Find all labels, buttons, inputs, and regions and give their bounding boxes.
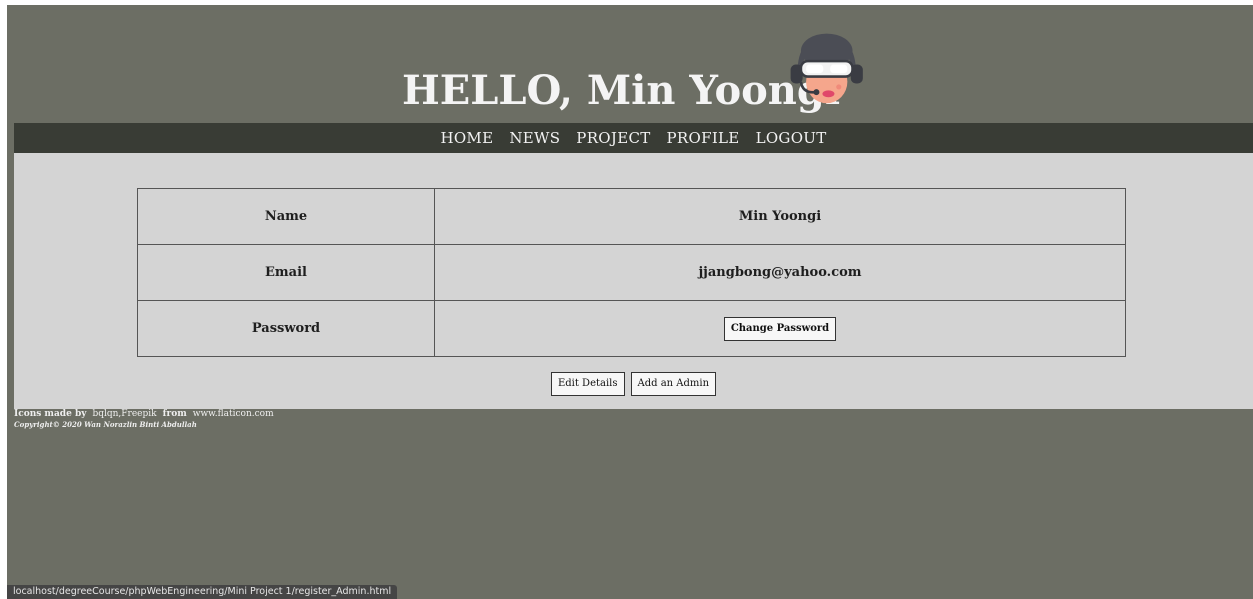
nav-home-link[interactable]: HOME xyxy=(440,123,493,153)
authors-link[interactable]: bqlqn,Freepik xyxy=(92,409,156,419)
page-title: HELLO, Min Yoongi xyxy=(402,67,841,114)
from-text: from xyxy=(162,409,187,419)
action-buttons: Edit Details Add an Admin xyxy=(14,372,1253,396)
table-row-password: Password Change Password xyxy=(137,300,1126,357)
page: HELLO, Min Yoongi HOME NEWS PROJECT PROF… xyxy=(7,5,1253,599)
change-password-button[interactable]: Change Password xyxy=(723,316,837,341)
nav-news-link[interactable]: NEWS xyxy=(509,123,560,153)
nav-profile-link[interactable]: PROFILE xyxy=(667,123,740,153)
table-row-email: Email jjangbong@yahoo.com xyxy=(137,244,1126,301)
nav-project-link[interactable]: PROJECT xyxy=(576,123,650,153)
status-bar-url: localhost/degreeCourse/phpWebEngineering… xyxy=(7,585,398,599)
icons-made-by-text: Icons made by xyxy=(14,409,87,419)
profile-details-table: Name Min Yoongi Email jjangbong@yahoo.co… xyxy=(137,188,1126,357)
password-cell: Change Password xyxy=(434,300,1126,357)
name-value: Min Yoongi xyxy=(434,188,1126,245)
password-label: Password xyxy=(137,300,435,357)
email-label: Email xyxy=(137,244,435,301)
nav-logout-link[interactable]: LOGOUT xyxy=(756,123,827,153)
header: HELLO, Min Yoongi xyxy=(7,5,1253,123)
name-label: Name xyxy=(137,188,435,245)
add-admin-button[interactable]: Add an Admin xyxy=(630,372,717,396)
flaticon-link[interactable]: www.flaticon.com xyxy=(193,409,274,419)
edit-details-button[interactable]: Edit Details xyxy=(550,372,625,396)
footer: Icons made by bqlqn,Freepik from www.flatic… xyxy=(14,409,274,429)
copyright-text: Copyright© 2020 Wan Norazlin Binti Abdul… xyxy=(14,420,197,429)
table-row-name: Name Min Yoongi xyxy=(137,188,1126,245)
pilot-avatar-icon xyxy=(790,33,863,104)
email-value: jjangbong@yahoo.com xyxy=(434,244,1126,301)
attribution-line: Icons made by bqlqn,Freepik from www.flatic… xyxy=(14,409,274,420)
nav-bar: HOME NEWS PROJECT PROFILE LOGOUT xyxy=(14,123,1253,153)
profile-panel: Name Min Yoongi Email jjangbong@yahoo.co… xyxy=(14,153,1253,409)
